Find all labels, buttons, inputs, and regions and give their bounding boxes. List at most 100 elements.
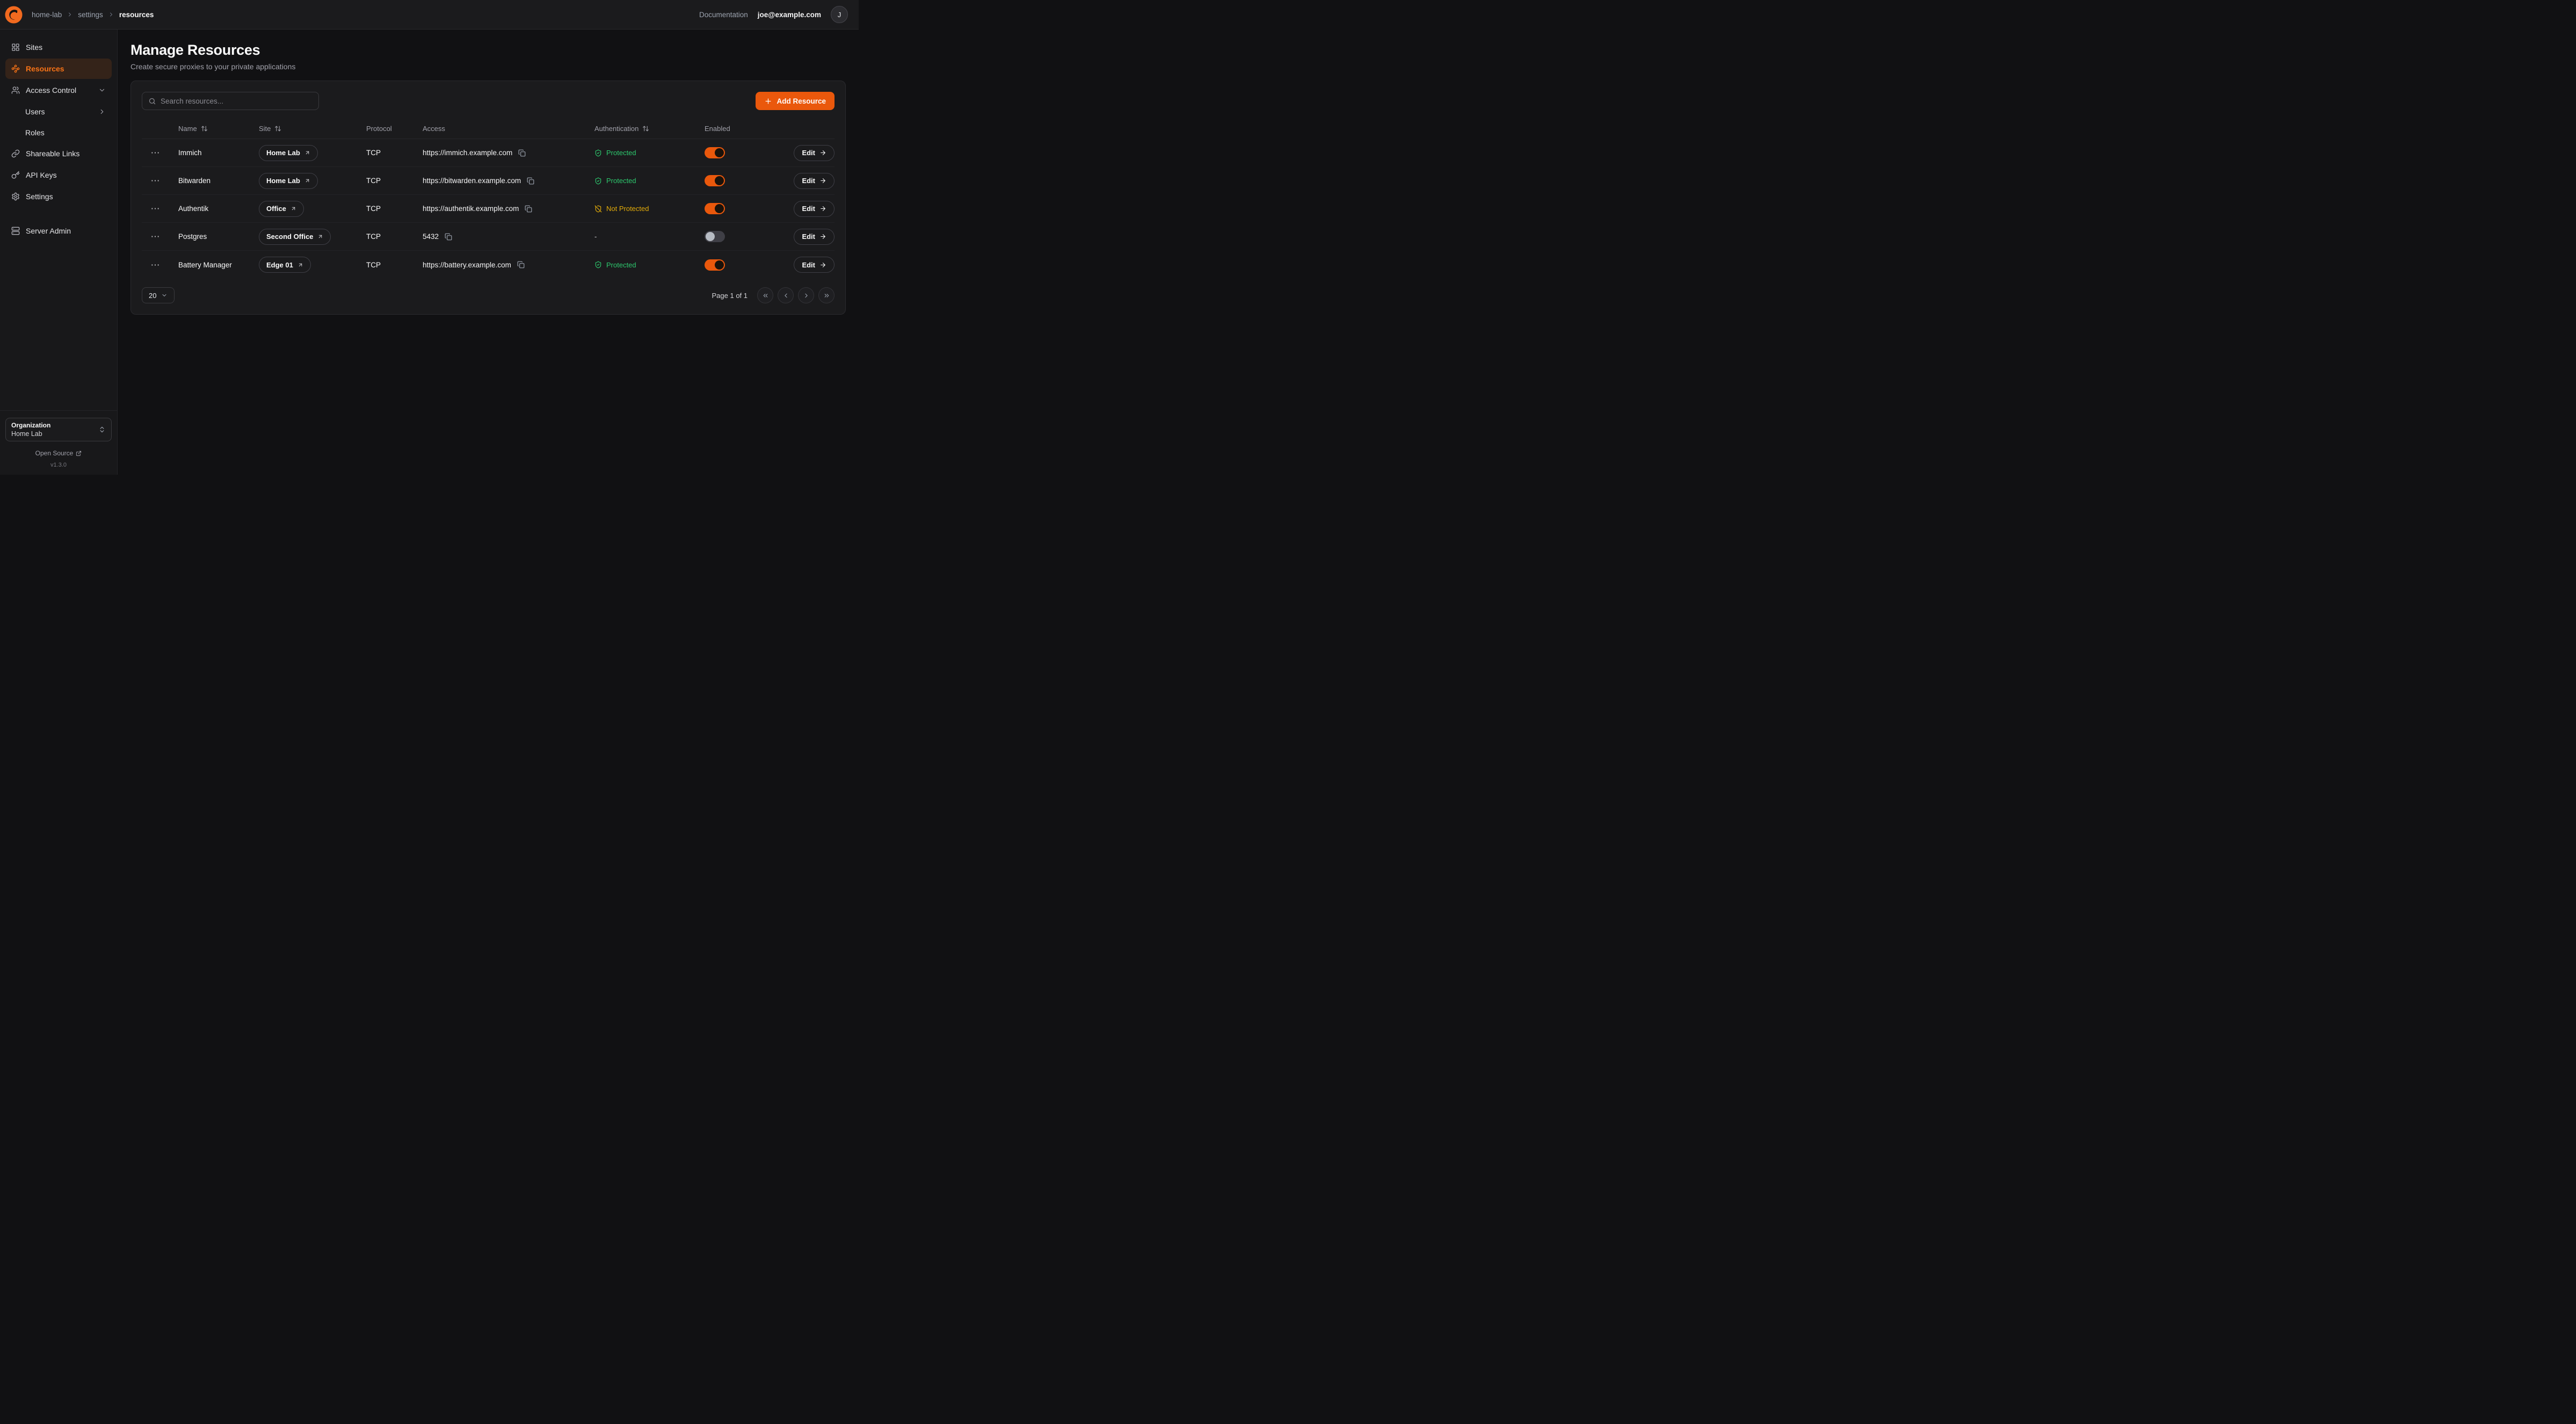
sidebar-item-api-keys[interactable]: API Keys [5, 165, 112, 185]
sidebar-item-roles[interactable]: Roles [5, 122, 112, 142]
sidebar-item-access-control[interactable]: Access Control [5, 80, 112, 100]
open-source-link[interactable]: Open Source [5, 449, 112, 457]
resource-name: Immich [169, 149, 259, 157]
breadcrumb-home-lab[interactable]: home-lab [32, 11, 62, 19]
enabled-toggle[interactable] [705, 147, 725, 158]
protocol-value: TCP [366, 205, 423, 213]
toggle-knob [706, 232, 715, 241]
avatar[interactable]: J [831, 6, 848, 23]
topbar: home-lab settings resources Documentatio… [0, 0, 859, 30]
sidebar-item-shareable-links[interactable]: Shareable Links [5, 143, 112, 164]
grid-icon [11, 43, 20, 52]
site-cell: Edge 01 [259, 257, 366, 273]
site-link-button[interactable]: Edge 01 [259, 257, 311, 273]
site-column-header[interactable]: Site [259, 125, 366, 133]
chevrons-left-icon [762, 292, 769, 299]
auth-label: - [594, 233, 597, 241]
authentication-column-header[interactable]: Authentication [594, 125, 705, 133]
site-name: Second Office [266, 233, 313, 241]
row-actions-button[interactable]: ⋯ [149, 258, 162, 272]
enabled-toggle[interactable] [705, 259, 725, 271]
access-value: https://immich.example.com [423, 149, 512, 157]
search-input[interactable] [161, 97, 313, 105]
page-subtitle: Create secure proxies to your private ap… [130, 62, 846, 71]
resources-card: Add Resource Name Site Protocol Access [130, 81, 846, 315]
arrow-up-right-icon [291, 206, 296, 212]
edit-button[interactable]: Edit [794, 229, 835, 245]
copy-button[interactable] [525, 205, 532, 213]
site-cell: Home Lab [259, 145, 366, 161]
actions-cell: ⋯ [142, 230, 169, 243]
arrow-right-icon [819, 233, 826, 240]
sidebar-item-label: API Keys [26, 171, 57, 179]
edit-button[interactable]: Edit [794, 173, 835, 189]
table-row: ⋯ Authentik Office TCP https://authentik… [142, 195, 835, 223]
sidebar-item-sites[interactable]: Sites [5, 37, 112, 57]
edit-button[interactable]: Edit [794, 145, 835, 161]
access-cell: https://bitwarden.example.com [423, 177, 594, 185]
app-logo-icon[interactable] [4, 5, 23, 24]
access-cell: 5432 [423, 233, 594, 241]
edit-button[interactable]: Edit [794, 201, 835, 217]
access-cell: https://authentik.example.com [423, 205, 594, 213]
arrow-up-right-icon [317, 234, 323, 239]
enabled-toggle[interactable] [705, 231, 725, 242]
site-link-button[interactable]: Home Lab [259, 173, 318, 189]
site-link-button[interactable]: Home Lab [259, 145, 318, 161]
enabled-toggle[interactable] [705, 175, 725, 186]
name-column-header[interactable]: Name [169, 125, 259, 133]
last-page-button[interactable] [818, 287, 835, 303]
auth-status: Protected [594, 261, 705, 269]
first-page-button[interactable] [757, 287, 773, 303]
enabled-cell [705, 259, 777, 271]
row-actions-button[interactable]: ⋯ [149, 202, 162, 215]
sidebar-item-label: Server Admin [26, 227, 71, 235]
sidebar-item-label: Settings [26, 192, 53, 201]
next-page-button[interactable] [798, 287, 814, 303]
edit-cell: Edit [777, 201, 835, 217]
column-label: Site [259, 125, 271, 133]
site-link-button[interactable]: Second Office [259, 229, 331, 245]
org-value: Home Lab [11, 430, 50, 438]
row-actions-button[interactable]: ⋯ [149, 146, 162, 159]
version-label: v1.3.0 [5, 462, 112, 468]
key-icon [11, 171, 20, 179]
sidebar-item-server-admin[interactable]: Server Admin [5, 221, 112, 241]
auth-label: Protected [606, 261, 636, 269]
server-icon [11, 227, 20, 235]
site-link-button[interactable]: Office [259, 201, 304, 217]
table-body: ⋯ Immich Home Lab TCP https://immich.exa… [142, 139, 835, 279]
documentation-link[interactable]: Documentation [699, 11, 748, 19]
table-row: ⋯ Battery Manager Edge 01 TCP https://ba… [142, 251, 835, 279]
copy-button[interactable] [445, 233, 452, 241]
copy-button[interactable] [517, 261, 525, 268]
resource-name: Battery Manager [169, 261, 259, 269]
previous-page-button[interactable] [778, 287, 794, 303]
page-size-select[interactable]: 20 [142, 287, 175, 303]
site-cell: Home Lab [259, 173, 366, 189]
row-actions-button[interactable]: ⋯ [149, 230, 162, 243]
breadcrumb-settings[interactable]: settings [78, 11, 103, 19]
resources-table: Name Site Protocol Access Authentication [142, 119, 835, 279]
sidebar-item-resources[interactable]: Resources [5, 59, 112, 79]
copy-button[interactable] [518, 149, 526, 157]
plus-icon [764, 97, 772, 105]
copy-button[interactable] [527, 177, 534, 185]
topbar-left: home-lab settings resources [4, 5, 154, 24]
row-actions-button[interactable]: ⋯ [149, 174, 162, 187]
chevron-right-icon [803, 292, 810, 299]
add-resource-button[interactable]: Add Resource [756, 92, 835, 110]
edit-cell: Edit [777, 257, 835, 273]
chevron-right-icon [67, 11, 73, 18]
edit-button[interactable]: Edit [794, 257, 835, 273]
org-selector[interactable]: Organization Home Lab [5, 418, 112, 441]
column-label: Name [178, 125, 197, 133]
sidebar-item-users[interactable]: Users [5, 101, 112, 121]
enabled-toggle[interactable] [705, 203, 725, 214]
shield-check-icon [594, 261, 602, 268]
column-label: Protocol [366, 125, 392, 133]
actions-cell: ⋯ [142, 174, 169, 187]
sidebar-item-settings[interactable]: Settings [5, 186, 112, 207]
arrow-up-right-icon [304, 178, 310, 184]
actions-cell: ⋯ [142, 258, 169, 272]
